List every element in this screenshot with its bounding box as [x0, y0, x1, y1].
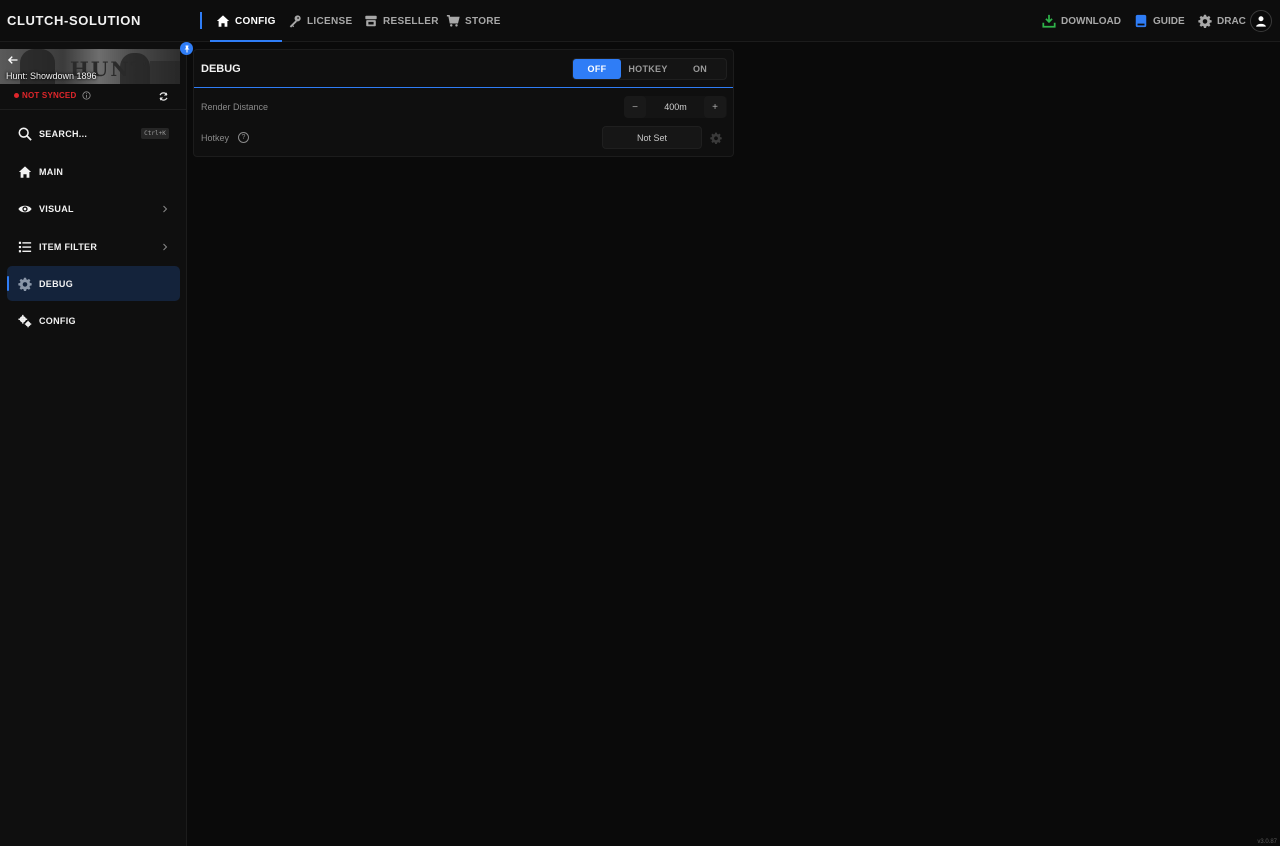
gears-icon: [18, 314, 32, 328]
download-button[interactable]: DOWNLOAD: [1042, 0, 1121, 42]
status-dot: [14, 93, 19, 98]
eye-icon: [18, 202, 32, 216]
nav-tab-reseller[interactable]: RESELLER: [364, 0, 439, 42]
debug-panel: DEBUG OFF HOTKEY ON Render Distance − 40…: [193, 49, 734, 157]
sidebar: HUNT Hunt: Showdown 1896 NOT SYNCED SEAR…: [0, 42, 193, 846]
render-distance-value[interactable]: 400m: [648, 96, 703, 118]
book-icon: [1135, 14, 1147, 28]
list-icon: [18, 240, 32, 254]
download-label: DOWNLOAD: [1061, 15, 1121, 27]
sidebar-item-label: ITEM FILTER: [39, 241, 98, 252]
top-bar: CLUTCH-SOLUTION CONFIG LICENSE RESELLER …: [0, 0, 1280, 42]
nav-divider: [200, 12, 202, 29]
decrement-button[interactable]: −: [624, 96, 646, 118]
sidebar-item-label: DEBUG: [39, 278, 74, 289]
refresh-icon[interactable]: [158, 91, 169, 102]
guide-button[interactable]: GUIDE: [1134, 0, 1185, 42]
hotkey-set-button[interactable]: Not Set: [602, 126, 702, 149]
sync-status-label: NOT SYNCED: [22, 91, 77, 100]
store-icon: [365, 15, 377, 27]
sidebar-divider: [0, 109, 186, 110]
hotkey-label: Hotkey: [201, 133, 230, 143]
increment-button[interactable]: +: [704, 96, 726, 118]
sidebar-item-label: VISUAL: [39, 203, 74, 214]
nav-tab-label: CONFIG: [235, 15, 276, 27]
user-menu[interactable]: DRAC: [1198, 0, 1246, 42]
mode-toggle: OFF HOTKEY ON: [572, 58, 727, 80]
sync-status: NOT SYNCED: [14, 91, 92, 100]
render-distance-label: Render Distance: [201, 102, 269, 112]
panel-title: DEBUG: [201, 63, 241, 75]
game-name: Hunt: Showdown 1896: [6, 71, 97, 81]
key-icon: [289, 15, 301, 28]
nav-tab-label: LICENSE: [307, 15, 353, 27]
panel-header: DEBUG OFF HOTKEY ON: [194, 50, 733, 88]
mode-off-button[interactable]: OFF: [573, 59, 621, 79]
nav-tab-config[interactable]: CONFIG: [210, 0, 282, 42]
home-icon: [18, 165, 32, 179]
guide-label: GUIDE: [1153, 15, 1185, 27]
sidebar-item-debug[interactable]: DEBUG: [7, 266, 180, 301]
sidebar-item-item-filter[interactable]: ITEM FILTER: [7, 229, 180, 264]
download-icon: [1042, 14, 1056, 28]
mode-hotkey-button[interactable]: HOTKEY: [623, 59, 673, 79]
sidebar-item-main[interactable]: MAIN: [7, 154, 180, 189]
shortcut-badge: Ctrl+K: [141, 128, 169, 139]
user-name: DRAC: [1217, 15, 1246, 27]
home-icon: [216, 15, 230, 27]
brand-logo: CLUTCH-SOLUTION: [7, 13, 141, 28]
sidebar-item-label: SEARCH...: [39, 128, 88, 139]
sidebar-item-label: MAIN: [39, 166, 64, 177]
gear-icon: [18, 277, 32, 291]
nav-tab-license[interactable]: LICENSE: [288, 0, 352, 42]
avatar[interactable]: [1250, 10, 1272, 32]
pin-button[interactable]: [180, 42, 193, 55]
chevron-right-icon: [163, 243, 168, 250]
version-label: v3.0.87: [1257, 839, 1277, 845]
nav-tab-label: STORE: [465, 15, 501, 27]
sidebar-item-config[interactable]: CONFIG: [7, 303, 180, 338]
back-arrow-icon[interactable]: [7, 54, 19, 66]
search-icon: [18, 127, 32, 141]
sidebar-item-search[interactable]: SEARCH... Ctrl+K: [7, 116, 180, 151]
cart-icon: [446, 14, 460, 27]
help-icon[interactable]: ?: [238, 132, 249, 143]
info-icon[interactable]: [82, 91, 92, 100]
sidebar-item-visual[interactable]: VISUAL: [7, 191, 180, 226]
user-icon: [1256, 16, 1266, 27]
sidebar-item-label: CONFIG: [39, 315, 76, 326]
hotkey-settings-icon[interactable]: [710, 132, 722, 144]
nav-tab-store[interactable]: STORE: [446, 0, 501, 42]
nav-tab-label: RESELLER: [383, 15, 439, 27]
mode-on-button[interactable]: ON: [675, 59, 725, 79]
pin-icon: [184, 45, 189, 52]
render-distance-stepper: − 400m +: [624, 96, 727, 118]
game-banner[interactable]: HUNT Hunt: Showdown 1896: [0, 49, 180, 84]
gear-icon: [1198, 14, 1212, 28]
chevron-right-icon: [163, 205, 168, 212]
